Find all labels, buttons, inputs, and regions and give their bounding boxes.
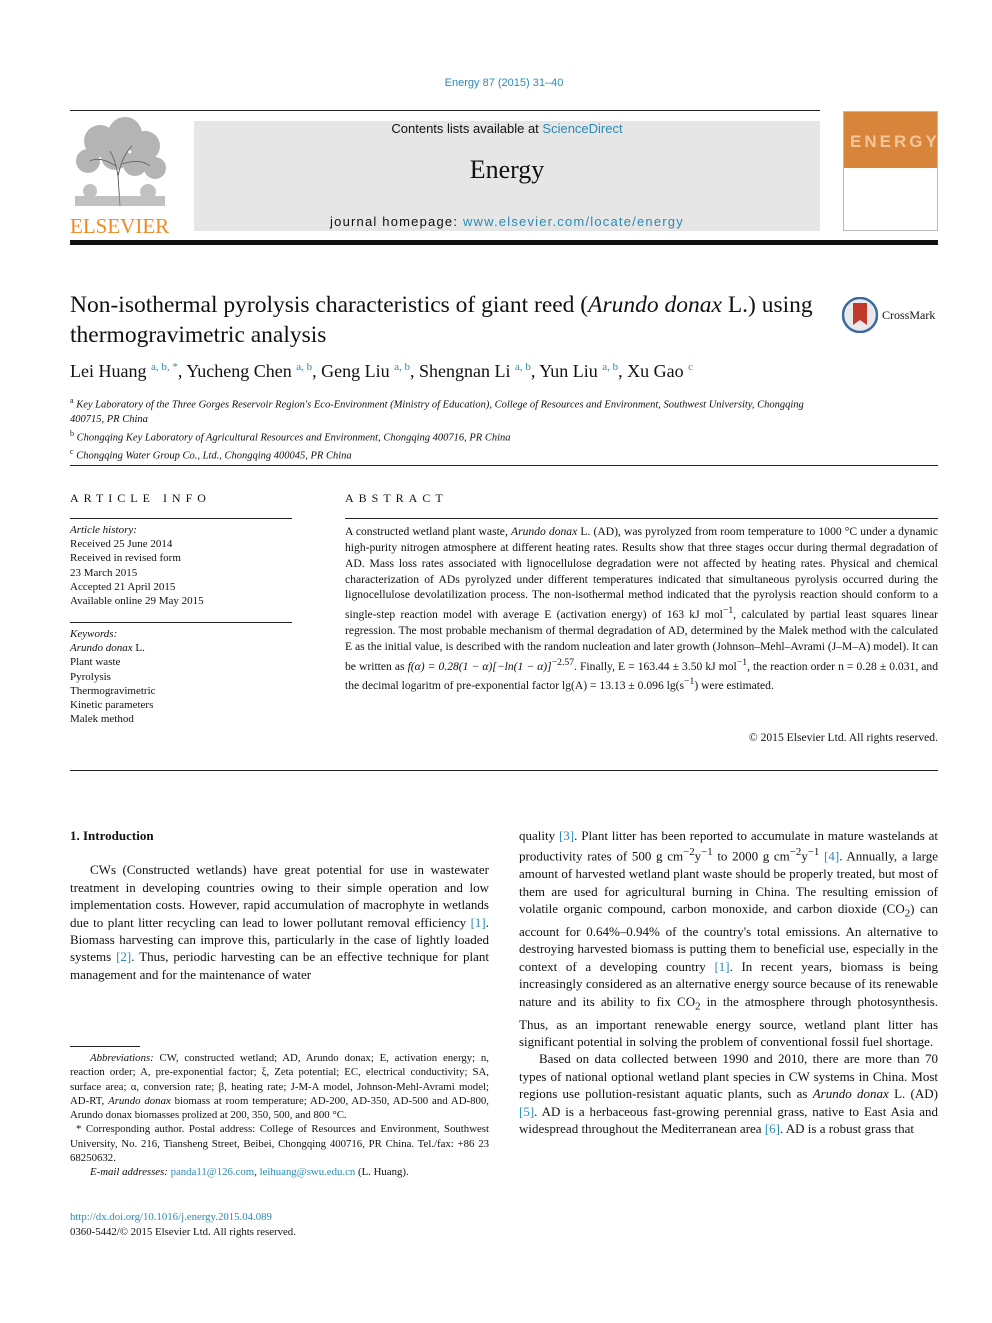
keyword: Kinetic parameters — [70, 699, 154, 712]
article-title: Non-isothermal pyrolysis characteristics… — [70, 292, 813, 348]
affiliation: b Chongqing Key Laboratory of Agricultur… — [70, 428, 511, 444]
article-info-heading: ARTICLE INFO — [70, 491, 211, 505]
reference-link[interactable]: [1] — [714, 959, 729, 974]
reference-link[interactable]: [1] — [471, 915, 486, 930]
reference-link[interactable]: [4] — [824, 849, 839, 864]
elsevier-tree-icon — [75, 117, 166, 207]
divider — [70, 770, 938, 771]
keyword: Plant waste — [70, 656, 121, 669]
crossmark-icon — [841, 296, 879, 334]
divider — [345, 518, 938, 519]
corresponding-author-footnote: * Corresponding author. Postal address: … — [70, 1123, 489, 1165]
reference-link[interactable]: [6] — [765, 1121, 780, 1136]
abstract-text: A constructed wetland plant waste, Arund… — [345, 525, 939, 693]
doi-link[interactable]: http://dx.doi.org/10.1016/j.energy.2015.… — [70, 1211, 272, 1223]
email-link[interactable]: leihuang@swu.edu.cn — [260, 1166, 356, 1178]
author[interactable]: Shengnan Li a, b — [419, 361, 531, 381]
doi-block: http://dx.doi.org/10.1016/j.energy.2015.… — [70, 1210, 296, 1240]
email-link[interactable]: panda11@126.com — [171, 1166, 255, 1178]
contents-line: Contents lists available at ScienceDirec… — [391, 121, 623, 136]
divider — [70, 465, 938, 466]
elsevier-wordmark: ELSEVIER — [70, 214, 170, 238]
journal-homepage: journal homepage: www.elsevier.com/locat… — [330, 214, 684, 229]
elsevier-logo[interactable]: ELSEVIER — [70, 116, 172, 238]
citation-link[interactable]: Energy 87 (2015) 31–40 — [445, 77, 564, 89]
body-column-right: quality [3]. Plant litter has been repor… — [519, 827, 938, 1137]
journal-name: Energy — [469, 155, 545, 184]
kinetic-formula: f(α) = 0.28(1 − α)[−ln(1 − α)] — [407, 659, 552, 673]
author[interactable]: Lei Huang a, b, * — [70, 361, 178, 381]
history-item: Accepted 21 April 2015 — [70, 580, 176, 593]
paragraph: CWs (Constructed wetlands) have great po… — [70, 862, 489, 982]
journal-cover-thumbnail[interactable]: ENERGY — [843, 111, 938, 231]
copyright-notice: © 2015 Elsevier Ltd. All rights reserved… — [748, 731, 938, 744]
history-item: Received 25 June 2014 — [70, 538, 173, 551]
keyword: Pyrolysis — [70, 670, 111, 683]
cover-banner: ENERGY — [844, 112, 937, 168]
body-column-left: 1. Introduction CWs (Constructed wetland… — [70, 827, 489, 983]
reference-link[interactable]: [5] — [519, 1104, 534, 1119]
affiliations: a Key Laboratory of the Three Gorges Res… — [70, 394, 830, 464]
cover-title: ENERGY — [850, 132, 940, 151]
divider — [70, 622, 292, 623]
journal-masthead: Contents lists available at ScienceDirec… — [194, 121, 820, 231]
author-list: Lei Huang a, b, *, Yucheng Chen a, b, Ge… — [70, 361, 693, 381]
header-thick-rule — [70, 240, 938, 245]
affiliation: a Key Laboratory of the Three Gorges Res… — [70, 396, 804, 425]
issn-line: 0360-5442/© 2015 Elsevier Ltd. All right… — [70, 1226, 296, 1238]
article-history: Article history: Received 25 June 2014 R… — [70, 523, 300, 608]
history-item: Received in revised form — [70, 552, 181, 565]
keywords: Keywords: Arundo donax L. Plant waste Py… — [70, 627, 300, 726]
paragraph: Based on data collected between 1990 and… — [519, 1051, 938, 1137]
keyword: Arundo donax L. — [70, 642, 145, 655]
divider — [70, 518, 292, 519]
footnote-rule — [70, 1046, 140, 1047]
section-heading: 1. Introduction — [70, 828, 154, 843]
affiliation: c Chongqing Water Group Co., Ltd., Chong… — [70, 447, 352, 462]
keyword: Thermogravimetric — [70, 684, 156, 697]
history-item: Available online 29 May 2015 — [70, 595, 204, 608]
reference-link[interactable]: [3] — [559, 828, 574, 843]
abstract-heading: ABSTRACT — [345, 491, 448, 505]
header-rule — [70, 110, 820, 111]
footnotes: Abbreviations: CW, constructed wetland; … — [70, 1051, 489, 1180]
email-footnote: E-mail addresses: panda11@126.com, leihu… — [90, 1166, 409, 1179]
paragraph: quality [3]. Plant litter has been repor… — [519, 828, 939, 1049]
keyword: Malek method — [70, 713, 134, 726]
author[interactable]: Yun Liu a, b — [539, 361, 618, 381]
author[interactable]: Yucheng Chen a, b — [186, 361, 312, 381]
author[interactable]: Geng Liu a, b — [321, 361, 410, 381]
sciencedirect-link[interactable]: ScienceDirect — [542, 121, 622, 136]
crossmark-badge[interactable]: CrossMark — [841, 296, 942, 335]
crossmark-label: CrossMark — [882, 308, 936, 322]
journal-citation[interactable]: Energy 87 (2015) 31–40 — [0, 77, 992, 89]
homepage-link[interactable]: www.elsevier.com/locate/energy — [463, 214, 684, 229]
author[interactable]: Xu Gao c — [627, 361, 693, 381]
history-item: 23 March 2015 — [70, 566, 138, 579]
reference-link[interactable]: [2] — [116, 949, 131, 964]
abbreviations-footnote: Abbreviations: CW, constructed wetland; … — [70, 1052, 489, 1122]
